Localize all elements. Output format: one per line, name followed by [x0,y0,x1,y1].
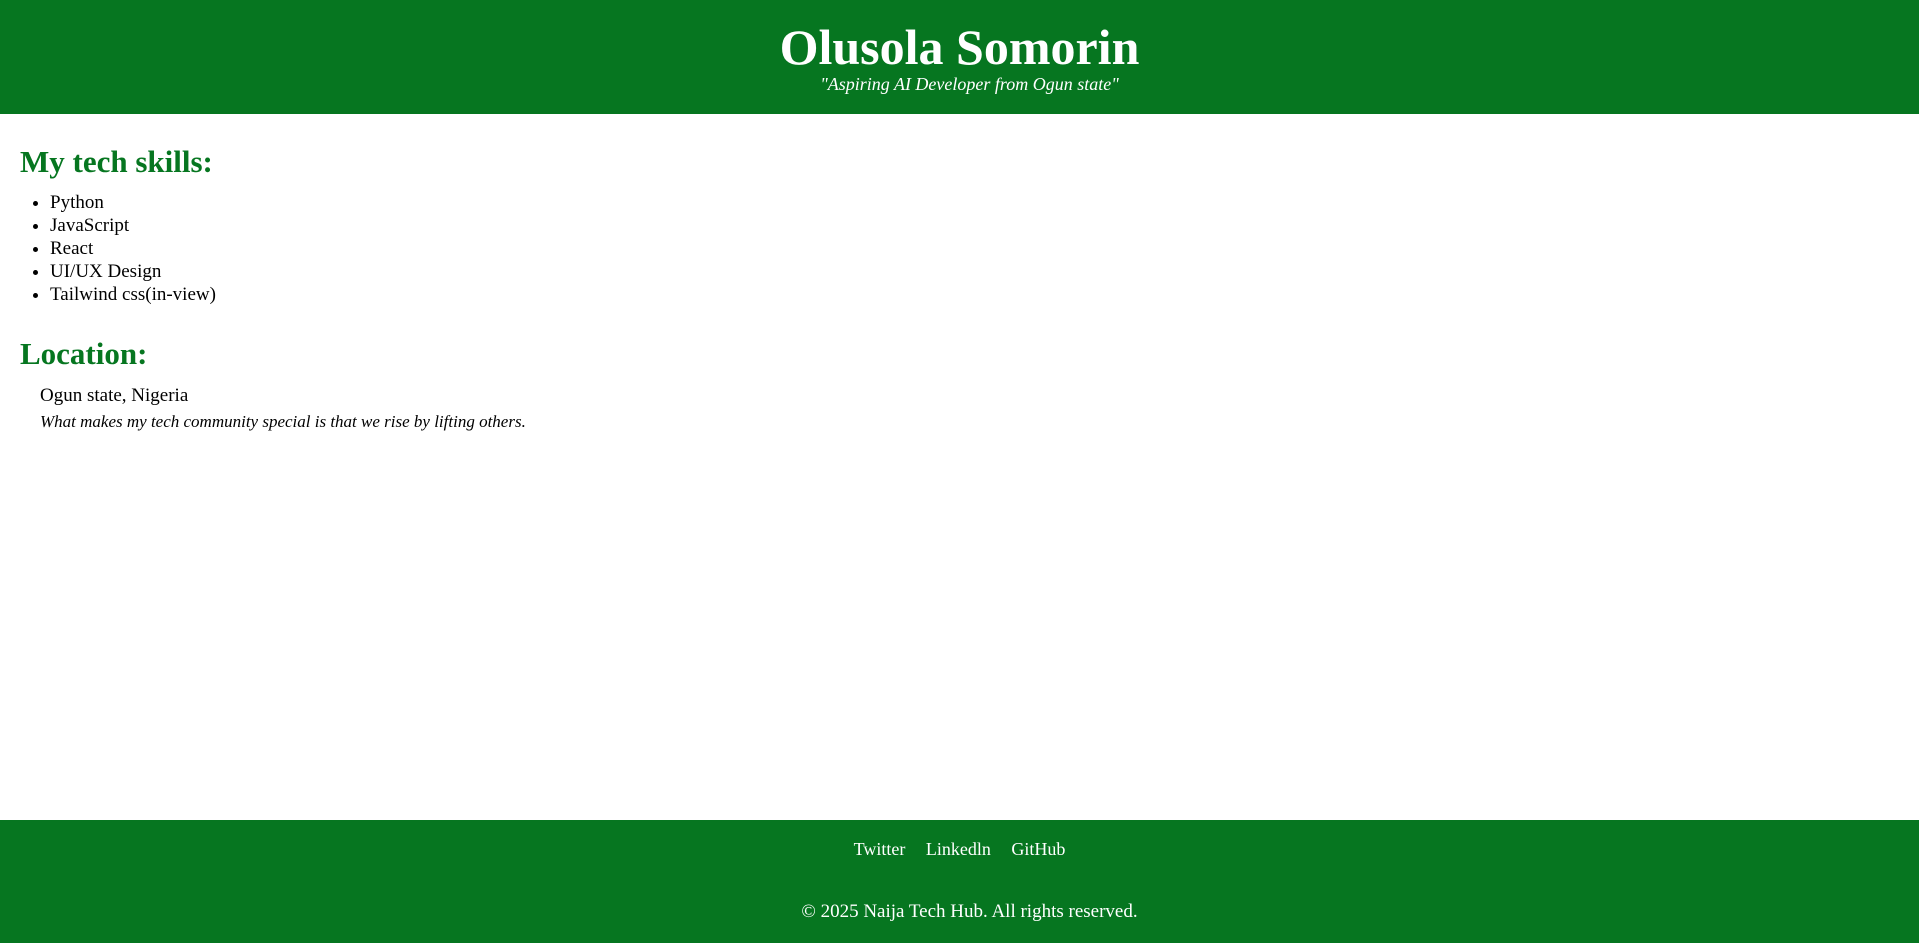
copyright-text: © 2025 Naija Tech Hub. All rights reserv… [801,901,1138,922]
linkedin-link[interactable]: Linkedln [926,839,991,859]
location-text: Ogun state, Nigeria [40,385,189,406]
site-footer: Twitter Linkedln GitHub © 2025 Naija Tec… [0,820,1919,943]
main-content: My tech skills: Python JavaScript React … [0,114,1919,820]
github-link[interactable]: GitHub [1011,839,1065,859]
social-links: Twitter Linkedln GitHub [0,837,1919,861]
skill-item-uiux-design: UI/UX Design [50,260,216,283]
skill-item-javascript: JavaScript [50,214,216,237]
skills-list: Python JavaScript React UI/UX Design Tai… [0,191,216,306]
skill-item-react: React [50,237,216,260]
site-title: Olusola Somorin [779,19,1140,75]
page: Olusola Somorin "Aspiring AI Developer f… [0,0,1919,943]
skill-item-tailwind-css: Tailwind css(in-view) [50,283,216,306]
community-quote: What makes my tech community special is … [40,412,526,431]
skills-heading: My tech skills: [20,144,213,179]
twitter-link[interactable]: Twitter [854,839,906,859]
skill-item-python: Python [50,191,216,214]
site-tagline: "Aspiring AI Developer from Ogun state" [820,74,1119,94]
site-header: Olusola Somorin "Aspiring AI Developer f… [0,0,1919,114]
location-heading: Location: [20,336,148,371]
